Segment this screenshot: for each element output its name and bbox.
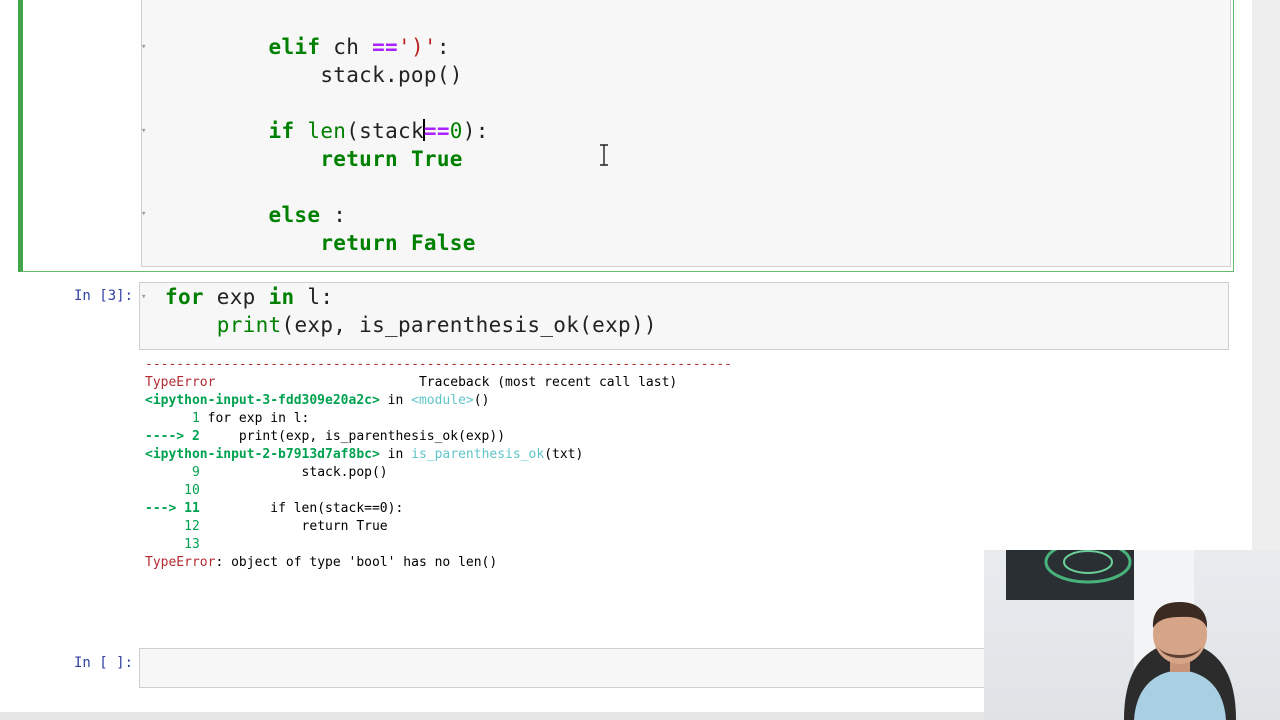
code-token: ): <box>462 119 489 143</box>
code-token: False <box>410 231 476 255</box>
traceback-divider: ----------------------------------------… <box>145 357 732 372</box>
code-line[interactable]: return True <box>165 145 489 173</box>
code-token: ch <box>320 35 373 59</box>
traceback-code: if len(stack==0): <box>199 501 404 516</box>
code-token: (exp, is_parenthesis_ok(exp)) <box>281 313 657 337</box>
input-prompt: In [ ]: <box>74 655 134 671</box>
traceback-header: Traceback (most recent call last) <box>418 375 678 390</box>
presenter-video-icon <box>1006 550 1236 720</box>
code-line[interactable] <box>165 89 489 117</box>
code-token: in <box>268 285 295 309</box>
input-prompt: In [3]: <box>74 288 134 304</box>
traceback-code: return True <box>199 519 388 534</box>
traceback-code: for exp in l: <box>199 411 310 426</box>
code-line[interactable]: stack.pop() <box>165 61 489 89</box>
code-token: == <box>372 35 398 59</box>
code-token: return <box>320 147 398 171</box>
traceback-line-number: 12 <box>145 519 200 534</box>
code-token: else <box>268 203 321 227</box>
traceback-line-number: 1 <box>145 411 200 426</box>
code-line[interactable]: print(exp, is_parenthesis_ok(exp)) <box>165 311 657 339</box>
code-token: exp <box>203 285 269 309</box>
frame-file: <ipython-input-3-fdd309e20a2c> <box>145 393 380 408</box>
code-token: stack.pop() <box>320 63 463 87</box>
traceback-code: print(exp, is_parenthesis_ok(exp)) <box>199 429 506 444</box>
traceback-line-number: 13 <box>145 537 200 552</box>
code-token: : <box>320 203 347 227</box>
traceback-line-number: 9 <box>145 465 200 480</box>
code-token: l: <box>294 285 334 309</box>
code-token: 0 <box>449 119 463 143</box>
code-line[interactable] <box>165 173 489 201</box>
frame-function: is_parenthesis_ok <box>411 447 545 462</box>
code-line[interactable]: for exp in l: <box>165 283 657 311</box>
code-token: ')' <box>398 35 437 59</box>
error-type: TypeError <box>145 555 216 570</box>
code-text[interactable]: elif ch ==')': stack.pop() if len(stack=… <box>165 33 489 257</box>
text-cursor-icon <box>600 144 608 166</box>
error-output: ----------------------------------------… <box>145 357 732 570</box>
code-token: if <box>268 119 295 143</box>
code-token: elif <box>268 35 321 59</box>
code-editor[interactable] <box>139 648 1009 688</box>
code-line[interactable]: elif ch ==')': <box>165 33 489 61</box>
frame-file: <ipython-input-2-b7913d7af8bc> <box>145 447 380 462</box>
code-line[interactable]: else : <box>165 201 489 229</box>
fold-arrow-icon[interactable]: ▾ <box>141 292 146 302</box>
frame-function: <module> <box>411 393 474 408</box>
code-line[interactable]: if len(stack==0): <box>165 117 489 145</box>
code-token: == <box>423 119 450 143</box>
webcam-overlay <box>984 550 1280 720</box>
code-token: : <box>436 35 450 59</box>
code-token: (stack <box>346 119 424 143</box>
fold-arrow-icon[interactable]: ▾ <box>141 126 146 136</box>
code-token: for <box>165 285 204 309</box>
code-token: return <box>320 231 398 255</box>
traceback-line-number: ---> 11 <box>145 501 200 516</box>
code-token: len <box>307 119 347 143</box>
code-token: print <box>216 313 282 337</box>
error-message: : object of type 'bool' has no len() <box>215 555 498 570</box>
code-line[interactable]: return False <box>165 229 489 257</box>
traceback-code: stack.pop() <box>199 465 388 480</box>
traceback-line-number: ----> 2 <box>145 429 200 444</box>
fold-arrow-icon[interactable]: ▾ <box>141 42 146 52</box>
traceback-line-number: 10 <box>145 483 200 498</box>
code-text[interactable]: for exp in l: print(exp, is_parenthesis_… <box>165 283 657 339</box>
error-type: TypeError <box>145 375 216 390</box>
fold-arrow-icon[interactable]: ▾ <box>141 209 146 219</box>
code-token: True <box>410 147 463 171</box>
